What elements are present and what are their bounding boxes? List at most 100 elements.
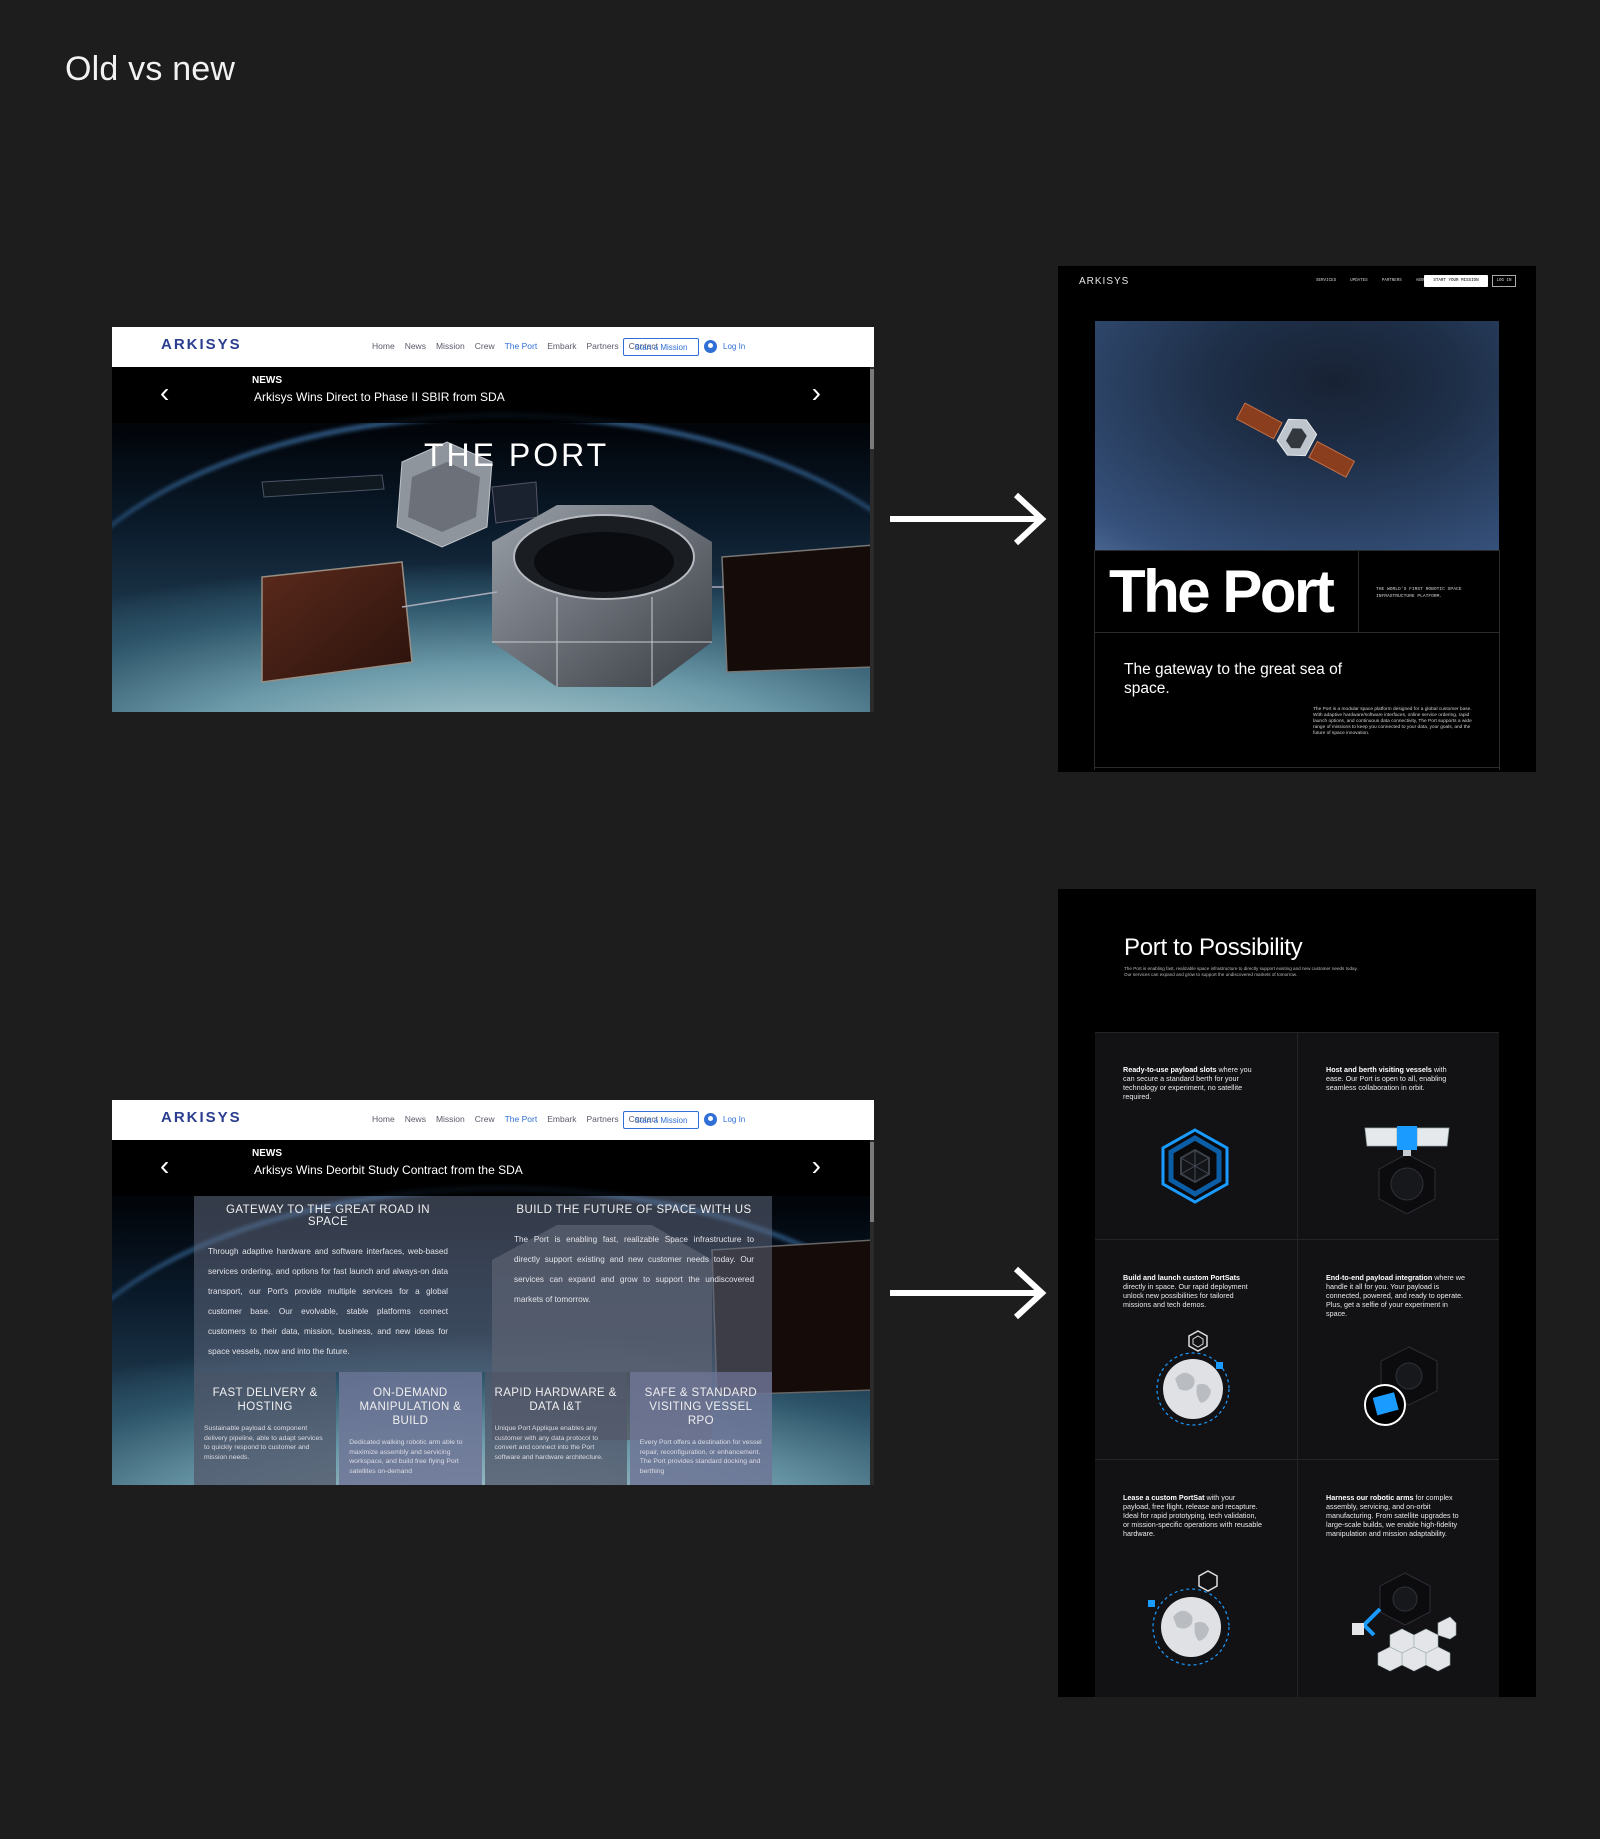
nav-the-port[interactable]: The Port bbox=[505, 341, 538, 351]
chevron-left-icon[interactable]: ‹ bbox=[160, 1150, 169, 1182]
service-cell-text: End-to-end payload integration where we … bbox=[1326, 1273, 1465, 1319]
feature-card[interactable]: SAFE & STANDARD VISITING VESSEL RPO Ever… bbox=[629, 1372, 772, 1485]
payload-slots-icon bbox=[1161, 1128, 1229, 1204]
brand-logo[interactable]: ARKISYS bbox=[161, 336, 242, 353]
user-icon bbox=[704, 340, 717, 353]
scrollbar[interactable] bbox=[870, 1140, 874, 1485]
user-icon bbox=[704, 1113, 717, 1126]
brand-logo[interactable]: ARKISYS bbox=[1079, 276, 1129, 287]
services-grid: Port to Possibility The Port is enabling… bbox=[1095, 889, 1499, 1697]
login-label: Log In bbox=[723, 342, 746, 351]
login-link[interactable]: Log In bbox=[704, 340, 745, 353]
intro-body: Through adaptive hardware and software i… bbox=[208, 1247, 448, 1356]
intro-heading: BUILD THE FUTURE OF SPACE WITH US bbox=[516, 1204, 752, 1216]
new-site-services-screenshot: Port to Possibility The Port is enabling… bbox=[1058, 889, 1536, 1697]
nav-crew[interactable]: Crew bbox=[475, 341, 495, 351]
section-title: Port to Possibility bbox=[1124, 934, 1303, 961]
arrow-right-icon bbox=[890, 1266, 1047, 1320]
visiting-vessel-icon bbox=[1364, 1126, 1450, 1214]
service-cell-text: Lease a custom PortSat with your payload… bbox=[1123, 1493, 1263, 1539]
hero-image bbox=[1095, 321, 1499, 550]
feature-title: SAFE & STANDARD VISITING VESSEL RPO bbox=[644, 1387, 758, 1427]
intro-column: BUILD THE FUTURE OF SPACE WITH US The Po… bbox=[514, 1204, 754, 1310]
login-label: Log In bbox=[723, 1115, 746, 1124]
login-button[interactable]: LOG IN bbox=[1492, 275, 1516, 287]
service-cell-text: Ready-to-use payload slots where you can… bbox=[1123, 1065, 1252, 1102]
feature-body: Every Port offers a destination for vess… bbox=[639, 1439, 762, 1475]
divider bbox=[1094, 632, 1500, 633]
portsat-build-icon bbox=[1156, 1330, 1230, 1426]
nav-mission[interactable]: Mission bbox=[436, 1114, 465, 1124]
intro-body: The Port is enabling fast, realizable Sp… bbox=[514, 1235, 754, 1304]
services-header: Port to Possibility The Port is enabling… bbox=[1095, 889, 1499, 1032]
nav-services[interactable]: SERVICES bbox=[1316, 279, 1336, 283]
nav-embark[interactable]: Embark bbox=[547, 1114, 576, 1124]
login-link[interactable]: Log In bbox=[704, 1113, 745, 1126]
old-site-about-screenshot: ARKISYS Home News Mission Crew The Port … bbox=[112, 1100, 874, 1485]
nav-partners[interactable]: Partners bbox=[587, 1114, 619, 1124]
divider bbox=[1358, 550, 1359, 632]
nav-embark[interactable]: Embark bbox=[547, 341, 576, 351]
new-site-hero-screenshot: ARKISYS SERVICES UPDATES PARTNERS ABOUT … bbox=[1058, 266, 1536, 772]
feature-card[interactable]: RAPID HARDWARE & DATA I&T Unique Port Ap… bbox=[484, 1372, 627, 1485]
feature-title: RAPID HARDWARE & DATA I&T bbox=[494, 1387, 617, 1413]
chevron-left-icon[interactable]: ‹ bbox=[160, 377, 169, 409]
chevron-right-icon[interactable]: › bbox=[812, 377, 821, 409]
feature-body: Dedicated walking robotic arm able to ma… bbox=[349, 1439, 463, 1475]
grid-divider bbox=[1095, 1032, 1499, 1033]
feature-body: Unique Port Applique enables any custome… bbox=[494, 1425, 603, 1461]
nav-news[interactable]: News bbox=[405, 341, 426, 351]
intro-column: GATEWAY TO THE GREAT ROAD IN SPACE Throu… bbox=[208, 1204, 448, 1362]
brand-logo[interactable]: ARKISYS bbox=[161, 1109, 242, 1126]
lease-portsat-icon bbox=[1148, 1570, 1230, 1666]
hero-title: The Port bbox=[1109, 558, 1335, 625]
feature-card[interactable]: ON-DEMAND MANIPULATION & BUILD Dedicated… bbox=[339, 1372, 482, 1485]
grid-divider bbox=[1095, 1239, 1499, 1240]
chevron-right-icon[interactable]: › bbox=[812, 1150, 821, 1182]
feature-body: Sustainable payload & component delivery… bbox=[204, 1425, 323, 1461]
nav-updates[interactable]: UPDATES bbox=[1350, 279, 1368, 283]
old-nav-links: Home News Mission Crew The Port Embark P… bbox=[372, 1114, 658, 1124]
old-navbar: ARKISYS Home News Mission Crew The Port … bbox=[112, 1100, 874, 1140]
nav-partners[interactable]: Partners bbox=[587, 341, 619, 351]
start-your-mission-button[interactable]: START YOUR MISSION bbox=[1424, 275, 1488, 287]
news-kicker: NEWS bbox=[252, 375, 282, 386]
page-heading: Old vs new bbox=[65, 50, 236, 88]
news-title[interactable]: Arkisys Wins Direct to Phase II SBIR fro… bbox=[254, 390, 505, 404]
old-navbar: ARKISYS Home News Mission Crew The Port … bbox=[112, 327, 874, 367]
robotic-arm-icon bbox=[1352, 1572, 1457, 1672]
news-title[interactable]: Arkisys Wins Deorbit Study Contract from… bbox=[254, 1163, 523, 1177]
hero-tagline: THE WORLD'S FIRST ROBOTIC SPACE INFRASTR… bbox=[1376, 587, 1462, 599]
start-mission-button[interactable]: Start a Mission bbox=[623, 338, 699, 356]
intro-heading: GATEWAY TO THE GREAT ROAD IN SPACE bbox=[226, 1204, 430, 1228]
scrollbar[interactable] bbox=[870, 367, 874, 712]
new-navbar: ARKISYS SERVICES UPDATES PARTNERS ABOUT … bbox=[1058, 266, 1536, 296]
intro-panel: GATEWAY TO THE GREAT ROAD IN SPACE Throu… bbox=[194, 1196, 772, 1372]
nav-mission[interactable]: Mission bbox=[436, 341, 465, 351]
nav-crew[interactable]: Crew bbox=[475, 1114, 495, 1124]
start-mission-button[interactable]: Start a Mission bbox=[623, 1111, 699, 1129]
nav-the-port[interactable]: The Port bbox=[505, 1114, 538, 1124]
news-kicker: NEWS bbox=[252, 1148, 282, 1159]
hero-subhead: The gateway to the great sea of space. bbox=[1124, 661, 1342, 697]
feature-title: ON-DEMAND MANIPULATION & BUILD bbox=[359, 1387, 462, 1427]
feature-cards: FAST DELIVERY & HOSTING Sustainable payl… bbox=[194, 1372, 772, 1485]
payload-integration-icon bbox=[1364, 1346, 1438, 1426]
nav-home[interactable]: Home bbox=[372, 1114, 395, 1124]
hero-blurb: The Port is a modular space platform des… bbox=[1313, 707, 1472, 737]
section-blurb: The Port is enabling fast, realizable sp… bbox=[1124, 966, 1358, 978]
divider bbox=[1094, 767, 1500, 768]
nav-news[interactable]: News bbox=[405, 1114, 426, 1124]
service-cell-text: Host and berth visiting vessels with eas… bbox=[1326, 1065, 1447, 1093]
service-cell-text: Build and launch custom PortSats directl… bbox=[1123, 1273, 1248, 1310]
nav-partners[interactable]: PARTNERS bbox=[1382, 279, 1402, 283]
grid-divider bbox=[1297, 1032, 1298, 1697]
old-site-hero-screenshot: ARKISYS Home News Mission Crew The Port … bbox=[112, 327, 874, 712]
arrow-right-icon bbox=[890, 492, 1047, 546]
old-nav-links: Home News Mission Crew The Port Embark P… bbox=[372, 341, 658, 351]
feature-title: FAST DELIVERY & HOSTING bbox=[212, 1387, 318, 1413]
new-nav-links: SERVICES UPDATES PARTNERS ABOUT bbox=[1316, 279, 1428, 283]
nav-home[interactable]: Home bbox=[372, 341, 395, 351]
service-cell-text: Harness our robotic arms for complex ass… bbox=[1326, 1493, 1459, 1539]
feature-card[interactable]: FAST DELIVERY & HOSTING Sustainable payl… bbox=[194, 1372, 337, 1485]
